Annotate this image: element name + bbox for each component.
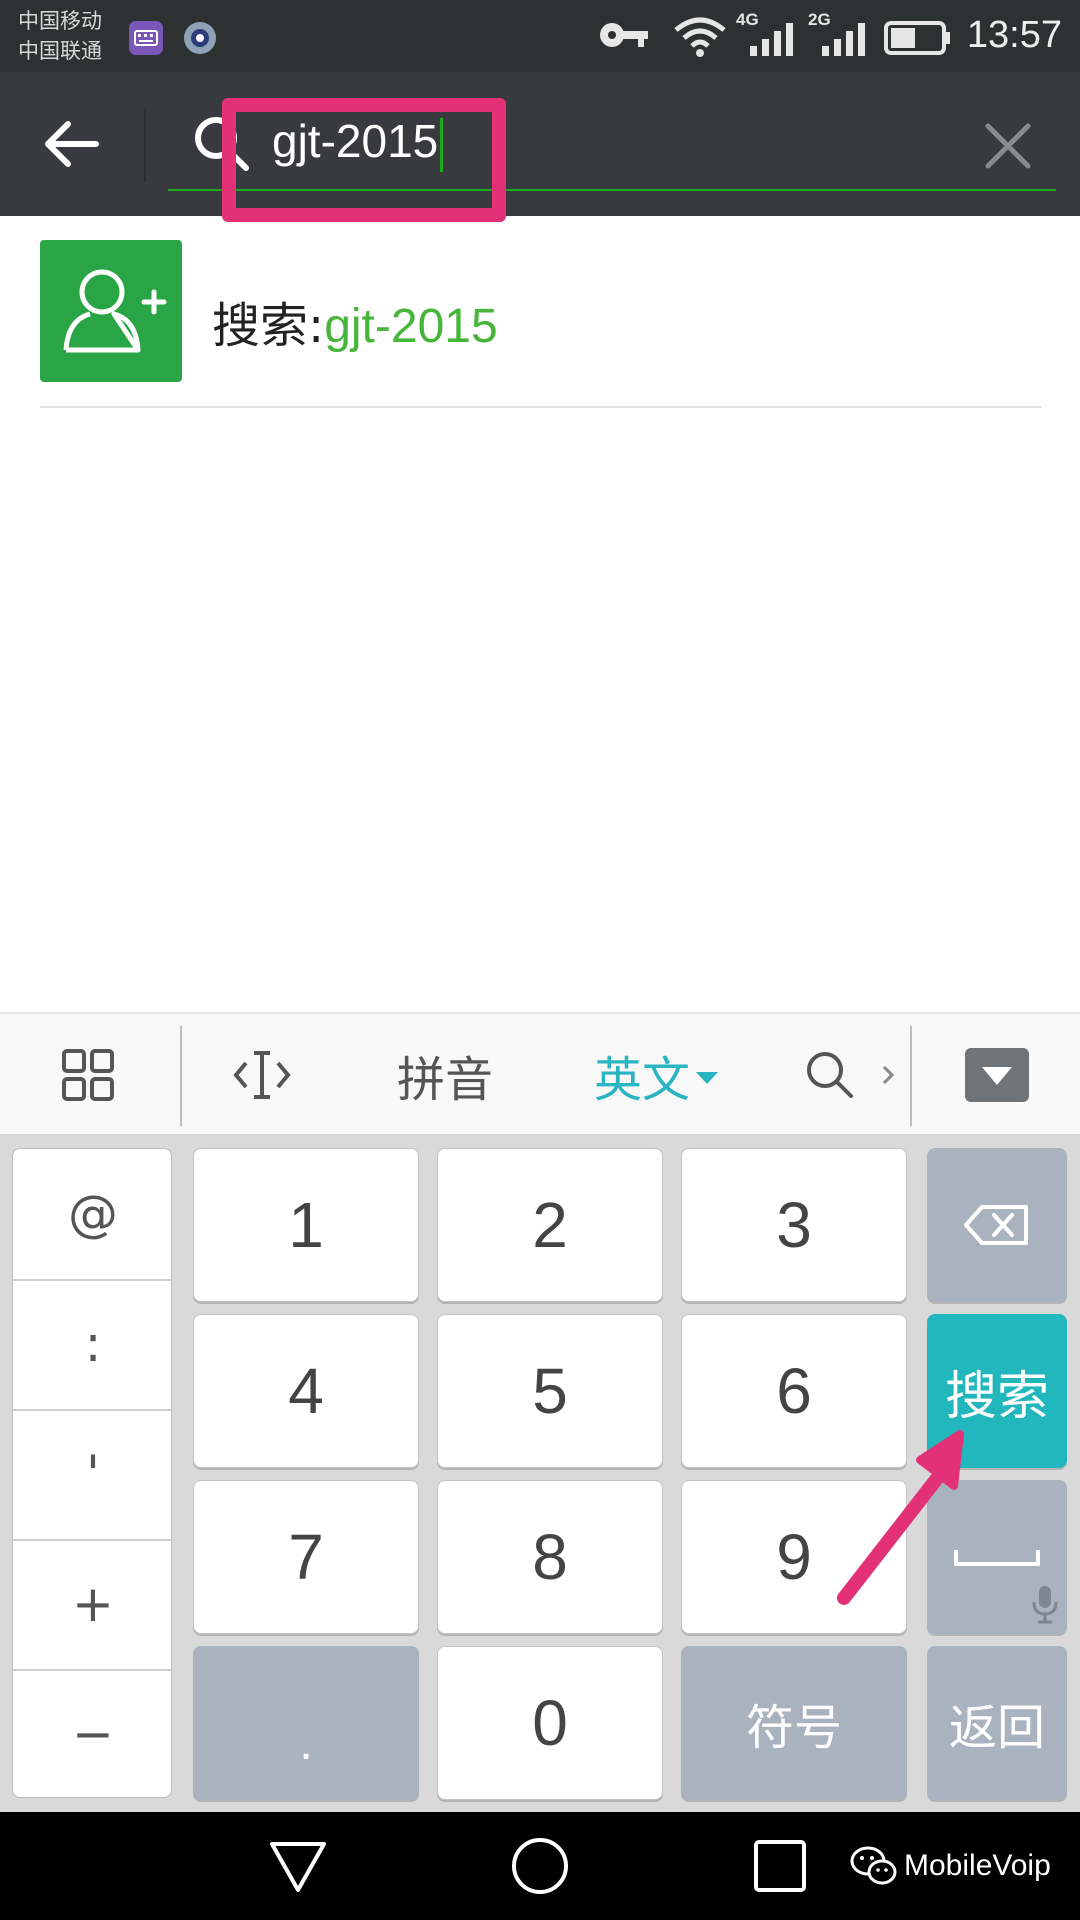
- key-apostrophe[interactable]: ': [13, 1409, 171, 1539]
- annotation-arrow-icon: [837, 1430, 964, 1605]
- hide-keyboard-button[interactable]: [962, 1014, 1032, 1136]
- key-icon: [600, 23, 648, 47]
- key-at[interactable]: @: [13, 1149, 171, 1279]
- hide-keyboard-icon: [965, 1048, 1029, 1102]
- clock: 13:57: [966, 14, 1062, 56]
- keyboard-toolbar: 拼音 英文: [0, 1012, 1080, 1136]
- english-mode-label: 英文: [593, 1052, 690, 1108]
- cursor-move-icon: [233, 1051, 291, 1099]
- highlight-annotation-box: [222, 98, 506, 222]
- key-7[interactable]: 7: [193, 1480, 419, 1634]
- toolbar-search-button[interactable]: [800, 1014, 860, 1136]
- status-bar: 中国移动 中国联通 4G 2G 13:57: [0, 0, 1080, 72]
- toolbar-separator-2: [910, 1026, 912, 1126]
- pinyin-mode-button[interactable]: 拼音: [380, 1014, 510, 1136]
- result-prefix: 搜索:: [212, 298, 325, 354]
- key-3[interactable]: 3: [681, 1148, 907, 1302]
- dropdown-triangle-icon: [696, 1072, 718, 1084]
- result-term: gjt-2015: [324, 300, 498, 353]
- microphone-icon: [1032, 1586, 1058, 1624]
- keyboard-app-icon: [129, 21, 163, 55]
- signal-icon-2: [822, 23, 865, 56]
- key-8[interactable]: 8: [437, 1480, 663, 1634]
- key-1[interactable]: 1: [193, 1148, 419, 1302]
- browser-app-icon: [184, 22, 216, 54]
- search-icon: [807, 1052, 853, 1098]
- add-contact-icon: [63, 269, 167, 353]
- header-divider: [144, 108, 146, 182]
- close-icon[interactable]: [980, 118, 1036, 174]
- chevron-right-icon: [882, 1065, 895, 1085]
- search-result-label: 搜索:gjt-2015: [212, 286, 498, 356]
- symbol-key[interactable]: 符号: [681, 1646, 907, 1800]
- dot-label: .: [299, 1716, 313, 1770]
- home-circle-icon[interactable]: [508, 1836, 572, 1896]
- return-key[interactable]: 返回: [927, 1646, 1067, 1800]
- battery-icon: [884, 21, 950, 55]
- signal-icon: [750, 23, 793, 56]
- key-0[interactable]: 0: [437, 1646, 663, 1800]
- watermark-text: MobileVoip: [904, 1849, 1051, 1882]
- carrier-1: 中国移动: [18, 9, 102, 33]
- wechat-icon: [850, 1846, 897, 1885]
- search-header: gjt-2015: [0, 72, 1080, 216]
- key-4[interactable]: 4: [193, 1314, 419, 1468]
- watermark: MobileVoip: [850, 1840, 1051, 1892]
- key-dot[interactable]: .: [193, 1646, 419, 1800]
- cursor-move-button[interactable]: [222, 1014, 302, 1136]
- key-plus[interactable]: +: [13, 1539, 171, 1669]
- carrier-info: 中国移动 中国联通: [18, 6, 102, 66]
- navigation-bar: MobileVoip: [0, 1812, 1080, 1920]
- grid-menu-icon: [62, 1049, 114, 1101]
- key-2[interactable]: 2: [437, 1148, 663, 1302]
- search-result-row[interactable]: 搜索:gjt-2015: [0, 216, 1080, 408]
- toolbar-separator: [180, 1026, 182, 1126]
- key-5[interactable]: 5: [437, 1314, 663, 1468]
- back-arrow-icon[interactable]: [36, 112, 108, 176]
- backspace-key[interactable]: [927, 1148, 1067, 1302]
- toolbar-more-button[interactable]: [876, 1014, 900, 1136]
- backspace-icon: [964, 1205, 1028, 1245]
- wifi-icon: [674, 17, 726, 57]
- carrier-2: 中国联通: [18, 39, 102, 63]
- add-contact-avatar: [40, 240, 182, 382]
- symbol-column: @ : ' + −: [12, 1148, 172, 1798]
- key-minus[interactable]: −: [13, 1669, 171, 1797]
- key-colon[interactable]: :: [13, 1279, 171, 1409]
- recents-square-icon[interactable]: [748, 1836, 812, 1896]
- grid-menu-button[interactable]: [50, 1014, 126, 1136]
- english-mode-button[interactable]: 英文: [586, 1014, 726, 1136]
- result-divider: [40, 406, 1042, 408]
- back-triangle-icon[interactable]: [266, 1836, 330, 1896]
